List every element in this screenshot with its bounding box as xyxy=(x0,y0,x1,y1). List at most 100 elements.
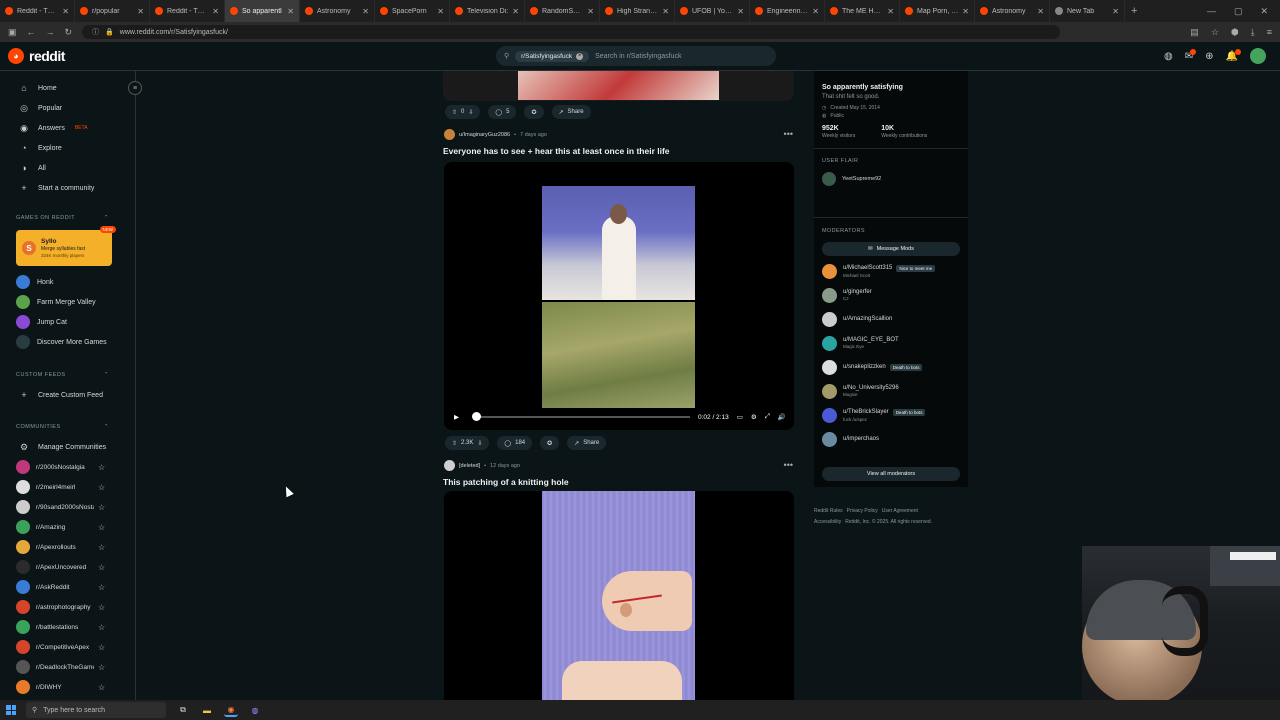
more-options-icon[interactable]: ••• xyxy=(784,129,793,139)
close-tab-icon[interactable]: ✕ xyxy=(512,7,519,16)
game-item[interactable]: Farm Merge Valley xyxy=(0,292,135,312)
nav-item-all[interactable]: ◑ All xyxy=(0,158,135,178)
volume-icon[interactable]: 🔊 xyxy=(778,413,786,421)
firefox-icon[interactable]: ◉ xyxy=(224,703,238,717)
search-placeholder[interactable]: Search in r/Satisfyingasfuck xyxy=(595,53,681,60)
close-tab-icon[interactable]: ✕ xyxy=(812,7,819,16)
communities-header[interactable]: COMMUNITIES ⌃ xyxy=(0,417,135,437)
minimize-icon[interactable]: — xyxy=(1207,6,1216,17)
moderator-item[interactable]: u/imperchaos xyxy=(822,430,960,448)
create-custom-feed[interactable]: + Create Custom Feed xyxy=(0,385,135,405)
author-avatar[interactable] xyxy=(444,460,455,471)
browser-tab[interactable]: Astronomy ✕ xyxy=(975,0,1050,22)
app-icon[interactable]: ◍ xyxy=(248,703,262,717)
featured-game-card[interactable]: S Syllo Merge syllables fast 334K monthl… xyxy=(16,226,116,266)
author-avatar[interactable] xyxy=(444,129,455,140)
favorite-star-icon[interactable]: ☆ xyxy=(98,483,105,492)
close-tab-icon[interactable]: ✕ xyxy=(287,7,294,16)
favorite-star-icon[interactable]: ☆ xyxy=(98,583,105,592)
subreddit-chip[interactable]: r/Satisfyingasfuck × xyxy=(515,50,590,62)
browser-tab[interactable]: Reddit - The hear ✕ xyxy=(0,0,75,22)
close-tab-icon[interactable]: ✕ xyxy=(62,7,69,16)
footer-link[interactable]: User Agreement xyxy=(882,508,918,514)
community-item[interactable]: r/2000sNostalgia ☆ xyxy=(0,457,135,477)
browser-tab[interactable]: Astronomy ✕ xyxy=(300,0,375,22)
task-view-icon[interactable]: ⧉ xyxy=(176,703,190,717)
message-mods-button[interactable]: ✉ Message Mods xyxy=(822,242,960,256)
downloads-icon[interactable]: ⤓ xyxy=(1251,27,1255,38)
post-image[interactable] xyxy=(444,491,794,700)
share-button[interactable]: ↗ Share xyxy=(551,105,591,119)
community-item[interactable]: r/battlestations ☆ xyxy=(0,617,135,637)
close-tab-icon[interactable]: ✕ xyxy=(362,7,369,16)
comments-button[interactable]: ◯ 184 xyxy=(497,436,533,450)
user-avatar[interactable] xyxy=(1250,48,1266,64)
custom-feeds-header[interactable]: CUSTOM FEEDS ⌃ xyxy=(0,365,135,385)
moderator-item[interactable]: u/MichaelScott315 Nice to meet me Michael … xyxy=(822,262,960,280)
maximize-icon[interactable]: ▢ xyxy=(1234,6,1243,17)
community-item[interactable]: r/DeadlockTheGame ☆ xyxy=(0,657,135,677)
collapse-sidebar-button[interactable]: ≡ xyxy=(128,81,142,95)
close-tab-icon[interactable]: ✕ xyxy=(887,7,894,16)
favorite-star-icon[interactable]: ☆ xyxy=(98,563,105,572)
favorite-star-icon[interactable]: ☆ xyxy=(98,543,105,552)
game-item[interactable]: Honk xyxy=(0,272,135,292)
back-icon[interactable]: ← xyxy=(27,27,36,37)
windows-start-icon[interactable] xyxy=(6,705,16,715)
video-player[interactable]: ▶ 0:02 / 2:13 ▭ ⚙ ⤢ 🔊 xyxy=(444,162,794,430)
nav-item-explore[interactable]: ◔ Explore xyxy=(0,138,135,158)
comments-button[interactable]: ◯ 5 xyxy=(488,105,517,119)
advertise-icon[interactable]: ◍ xyxy=(1164,51,1173,62)
community-item[interactable]: r/AskReddit ☆ xyxy=(0,577,135,597)
reader-mode-icon[interactable]: ▤ xyxy=(1190,27,1199,38)
more-options-icon[interactable]: ••• xyxy=(784,460,793,470)
close-tab-icon[interactable]: ✕ xyxy=(1037,7,1044,16)
upvote-icon[interactable]: ⇧ xyxy=(452,109,457,116)
favorite-star-icon[interactable]: ☆ xyxy=(98,663,105,672)
downvote-icon[interactable]: ⇩ xyxy=(468,109,473,116)
favorite-star-icon[interactable]: ☆ xyxy=(98,603,105,612)
favorite-star-icon[interactable]: ☆ xyxy=(98,503,105,512)
browser-tab[interactable]: UFOB | Your UAP ✕ xyxy=(675,0,750,22)
user-flair[interactable]: YeetSupreme92 xyxy=(822,172,960,186)
favorite-star-icon[interactable]: ☆ xyxy=(98,523,105,532)
favorite-star-icon[interactable]: ☆ xyxy=(98,623,105,632)
reload-icon[interactable]: ↻ xyxy=(65,27,73,38)
vote-control[interactable]: ⇧ 0 ⇩ xyxy=(445,105,481,119)
new-tab-button[interactable]: + xyxy=(1125,5,1143,17)
play-icon[interactable]: ▶ xyxy=(454,413,459,421)
browser-tab[interactable]: r/popular ✕ xyxy=(75,0,150,22)
video-progress-bar[interactable] xyxy=(472,412,690,421)
award-button[interactable]: ✪ xyxy=(540,436,560,450)
community-item[interactable]: r/Amazing ☆ xyxy=(0,517,135,537)
chat-icon[interactable]: ✉ xyxy=(1185,48,1197,62)
community-item[interactable]: r/CompetitiveApex ☆ xyxy=(0,637,135,657)
community-item[interactable]: r/ApexUncovered ☆ xyxy=(0,557,135,577)
view-all-moderators-button[interactable]: View all moderators xyxy=(822,467,960,481)
footer-link[interactable]: Privacy Policy xyxy=(847,508,878,514)
community-item[interactable]: r/2meirl4meirl ☆ xyxy=(0,477,135,497)
downvote-icon[interactable]: ⇩ xyxy=(477,440,482,447)
reddit-logo[interactable]: ◕ reddit xyxy=(8,48,65,64)
award-button[interactable]: ✪ xyxy=(524,105,544,119)
create-post-icon[interactable]: ⊕ xyxy=(1205,51,1213,62)
author-name[interactable]: [deleted] xyxy=(459,463,480,469)
browser-tab[interactable]: So apparentl ✕ xyxy=(225,0,300,22)
nav-item-popular[interactable]: ◎ Popular xyxy=(0,98,135,118)
close-tab-icon[interactable]: ✕ xyxy=(587,7,594,16)
search-bar[interactable]: ⚲ r/Satisfyingasfuck × Search in r/Satis… xyxy=(496,46,776,66)
browser-tab[interactable]: SpacePorn ✕ xyxy=(375,0,450,22)
community-item[interactable]: r/Apexrollouts ☆ xyxy=(0,537,135,557)
close-tab-icon[interactable]: ✕ xyxy=(437,7,444,16)
moderator-item[interactable]: u/TheBrickSlayer Death to bots fuck /u/spe… xyxy=(822,406,960,424)
previous-post-media[interactable] xyxy=(443,71,794,101)
close-window-icon[interactable]: ✕ xyxy=(1260,6,1268,17)
moderator-item[interactable]: u/gingerfer CJ xyxy=(822,286,960,304)
browser-tab[interactable]: RandomShit_ISaw✕ xyxy=(525,0,600,22)
moderator-item[interactable]: u/No_University5296 Mugsie xyxy=(822,382,960,400)
browser-tab[interactable]: Engineering Porn ✕ xyxy=(750,0,825,22)
moderator-item[interactable]: u/MAGIC_EYE_BOT Magic Eye xyxy=(822,334,960,352)
close-tab-icon[interactable]: ✕ xyxy=(662,7,669,16)
author-name[interactable]: u/ImaginaryGuz2086 xyxy=(459,132,510,138)
nav-item-start-a-community[interactable]: + Start a community xyxy=(0,178,135,198)
